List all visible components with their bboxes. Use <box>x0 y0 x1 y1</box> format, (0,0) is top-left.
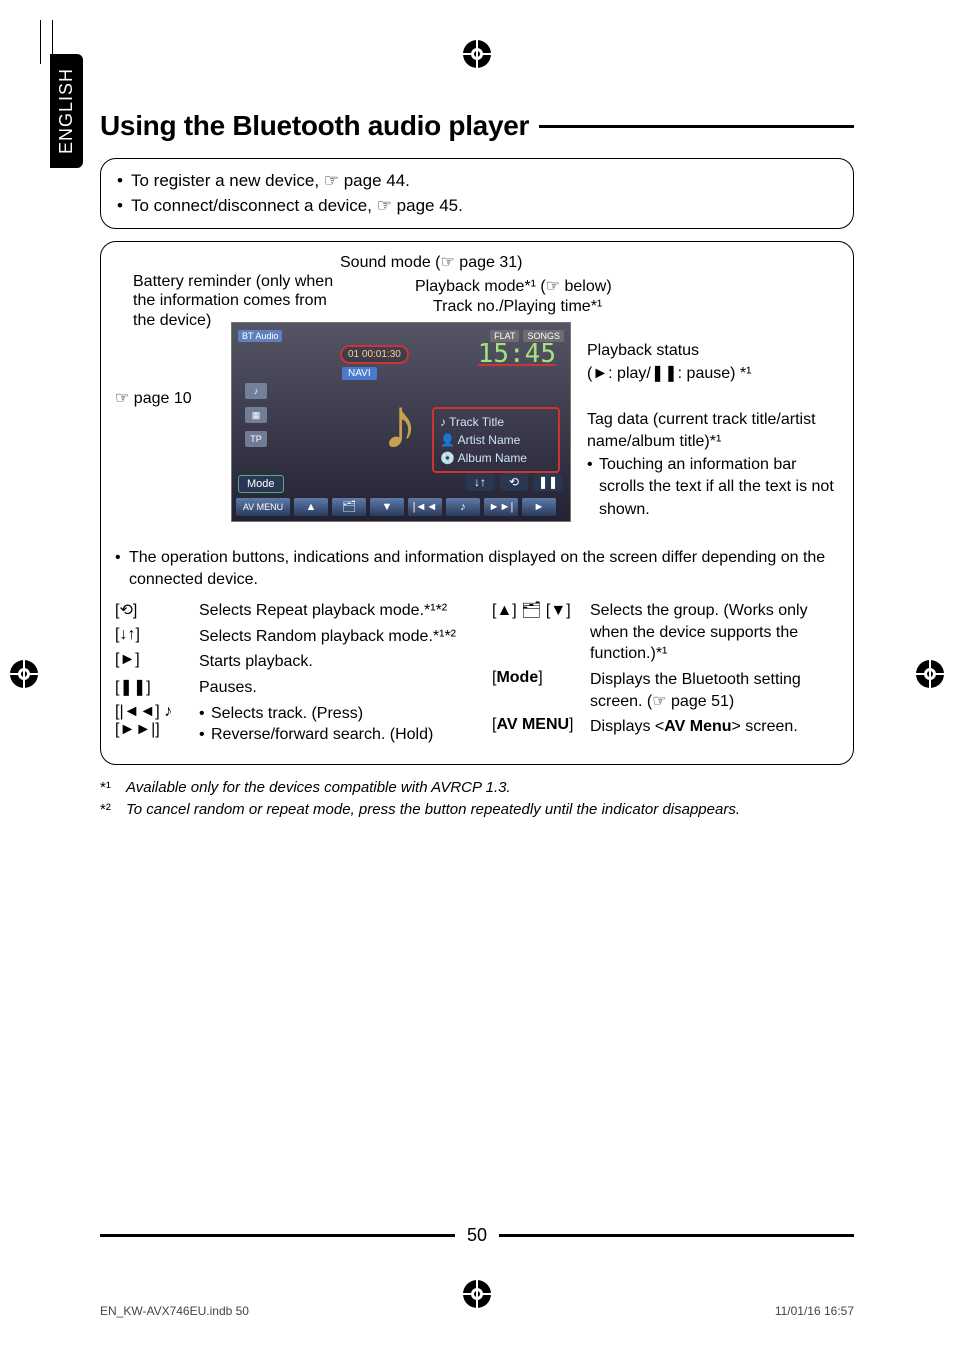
mode-button[interactable]: Mode <box>238 475 284 493</box>
key-random: [↓↑] <box>115 626 199 648</box>
prev-button[interactable]: |◄◄ <box>408 498 442 516</box>
track-time-oval: 01 00:01:30 <box>340 345 409 364</box>
random-button[interactable]: ↓↑ <box>466 473 494 491</box>
footnotes: *¹ Available only for the devices compati… <box>100 777 854 822</box>
desc-play: Starts playback. <box>199 651 462 673</box>
page-number: 50 <box>467 1225 487 1246</box>
desc-group: Selects the group. (Works only when the … <box>590 600 839 665</box>
label-battery-reminder: Battery reminder (only when the informat… <box>133 272 353 330</box>
key-avmenu: [AV MENU] <box>492 716 590 738</box>
key-track-seek: [|◄◄] ♪ [►►|] <box>115 703 199 746</box>
key-pause: [❚❚] <box>115 677 199 699</box>
repeat-button[interactable]: ⟲ <box>500 473 528 491</box>
next-button[interactable]: ►►| <box>484 498 518 516</box>
label-playback-mode: Playback mode*¹ (☞ below) <box>415 276 612 296</box>
language-tab: ENGLISH <box>50 54 83 168</box>
navi-button[interactable]: NAVI <box>342 367 377 380</box>
artist-name: 👤 Artist Name <box>440 431 552 449</box>
intro-note: To register a new device, ☞ page 44. <box>117 169 837 194</box>
label-tag-data-note: Touching an information bar scrolls the … <box>587 454 839 521</box>
intro-panel: To register a new device, ☞ page 44. To … <box>100 158 854 229</box>
registration-mark-left <box>10 660 38 688</box>
key-play: [►] <box>115 651 199 673</box>
registration-mark-top <box>463 40 491 68</box>
footnote-mark: *² <box>100 799 120 822</box>
registration-mark-right <box>916 660 944 688</box>
key-mode: [Mode] <box>492 669 590 712</box>
device-screenshot: BT Audio FLAT SONGS 01 00:01:30 NAVI 15:… <box>231 322 571 522</box>
tp-icon[interactable]: TP <box>245 431 267 447</box>
key-repeat: [⟲] <box>115 600 199 622</box>
bt-audio-chip: BT Audio <box>238 330 282 342</box>
footer-file: EN_KW-AVX746EU.indb 50 <box>100 1304 249 1318</box>
label-sound-mode: Sound mode (☞ page 31) <box>340 252 522 272</box>
album-name: 💿 Album Name <box>440 449 552 467</box>
footnote-text: Available only for the devices compatibl… <box>126 777 511 800</box>
tag-data-box[interactable]: ♪ Track Title 👤 Artist Name 💿 Album Name <box>432 407 560 473</box>
key-group: [▲] 🗂 [▼] <box>492 600 590 665</box>
label-track-no-time: Track no./Playing time*¹ <box>433 298 602 316</box>
footnote-mark: *¹ <box>100 777 120 800</box>
label-tag-data: Tag data (current track title/artist nam… <box>587 409 839 454</box>
desc-avmenu: Displays <AV Menu> screen. <box>590 716 839 738</box>
play-button[interactable]: ► <box>522 498 556 516</box>
desc-mode: Displays the Bluetooth setting screen. (… <box>590 669 839 712</box>
button-function-table: [⟲]Selects Repeat playback mode.*¹*² [↓↑… <box>115 600 839 750</box>
label-playback-status: Playback status <box>587 340 839 362</box>
desc-pause: Pauses. <box>199 677 462 699</box>
label-page10-ref: ☞ page 10 <box>115 388 225 408</box>
title-rule <box>539 125 854 128</box>
page-num-rule <box>100 1234 455 1237</box>
side-icon[interactable]: ♪ <box>245 383 267 399</box>
note-button[interactable]: ♪ <box>446 498 480 516</box>
page-title: Using the Bluetooth audio player <box>100 110 529 142</box>
footnote-text: To cancel random or repeat mode, press t… <box>126 799 740 822</box>
track-title: ♪ Track Title <box>440 413 552 431</box>
music-note-icon: ♪ <box>382 383 418 465</box>
avmenu-button[interactable]: AV MENU <box>236 498 290 516</box>
side-icon[interactable]: ▦ <box>245 407 267 423</box>
label-playback-status-detail: (►: play/❚❚: pause) *¹ <box>587 363 839 385</box>
desc-repeat: Selects Repeat playback mode.*¹*² <box>199 600 462 622</box>
up-button[interactable]: ▲ <box>294 498 328 516</box>
diagram-panel: Sound mode (☞ page 31) Battery reminder … <box>100 241 854 764</box>
desc-track-seek: Selects track. (Press) Reverse/forward s… <box>199 703 462 746</box>
group-button[interactable]: 🗂 <box>332 498 366 516</box>
clock-time: 15:45 <box>478 339 556 369</box>
footer-timestamp: 11/01/16 16:57 <box>775 1304 854 1318</box>
page-num-rule <box>499 1234 854 1237</box>
note-differ: The operation buttons, indications and i… <box>115 547 839 590</box>
crop-mark <box>40 20 41 64</box>
intro-note: To connect/disconnect a device, ☞ page 4… <box>117 194 837 219</box>
down-button[interactable]: ▼ <box>370 498 404 516</box>
pause-button[interactable]: ❚❚ <box>534 473 562 491</box>
desc-random: Selects Random playback mode.*¹*² <box>199 626 462 648</box>
